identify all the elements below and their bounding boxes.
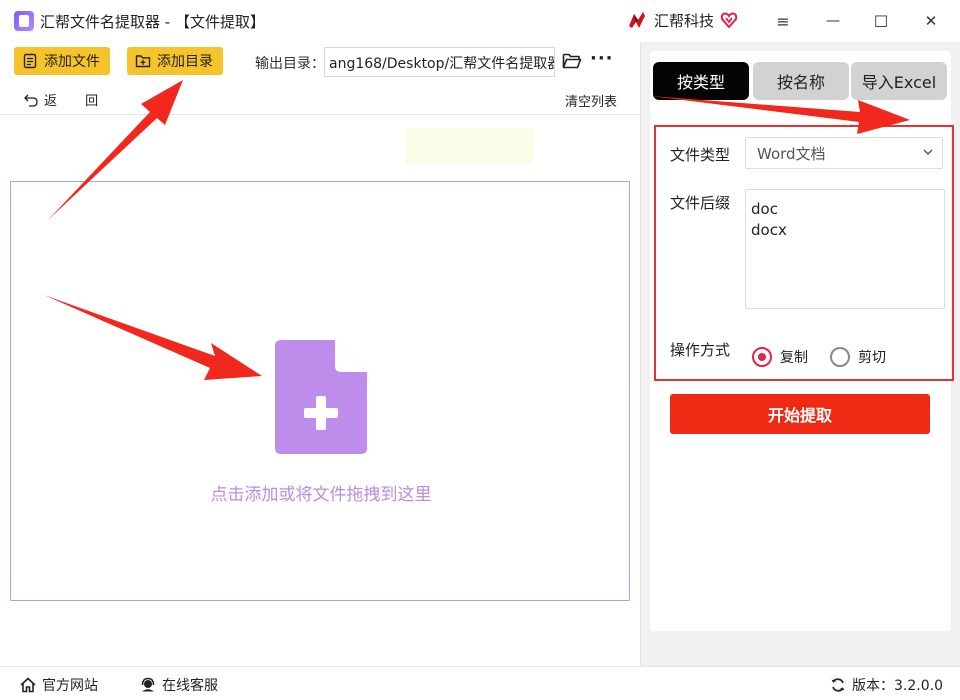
refresh-icon: [831, 678, 845, 692]
drop-hint: 点击添加或将文件拖拽到这里: [210, 485, 432, 505]
app-icon: [14, 11, 34, 31]
suffix-label: 文件后缀: [670, 194, 731, 212]
more-options-icon[interactable]: ···: [590, 48, 614, 69]
tab-import-excel[interactable]: 导入Excel: [851, 62, 947, 100]
file-type-select[interactable]: Word文档: [745, 137, 943, 169]
radio-copy-label: 复制: [780, 350, 808, 366]
suffix-textarea[interactable]: doc docx: [745, 189, 945, 309]
start-extract-button[interactable]: 开始提取: [670, 394, 930, 434]
official-website-link[interactable]: 官方网站: [20, 675, 98, 695]
official-website-label: 官方网站: [42, 678, 98, 694]
add-file-icon: [23, 53, 37, 69]
add-file-label: 添加文件: [44, 54, 100, 70]
radio-cut-label: 剪切: [858, 350, 886, 366]
window-title: 汇帮文件名提取器 - 【文件提取】: [40, 13, 265, 31]
file-drop-zone[interactable]: 点击添加或将文件拖拽到这里: [10, 181, 630, 601]
radio-cut-indicator: [830, 347, 850, 367]
radio-cut[interactable]: 剪切: [830, 347, 886, 367]
add-folder-button[interactable]: 添加目录: [127, 47, 223, 75]
menu-icon[interactable]: ≡: [770, 8, 796, 34]
operation-label: 操作方式: [670, 341, 731, 359]
tab-by-name[interactable]: 按名称: [753, 62, 849, 100]
status-bar: 官方网站 在线客服 版本：3.2.0.0: [0, 666, 960, 700]
back-arrow-icon: [24, 94, 38, 107]
chevron-down-icon: [923, 149, 933, 155]
suffix-line: docx: [751, 221, 787, 239]
close-button[interactable]: ✕: [918, 8, 944, 34]
home-icon: [20, 677, 36, 693]
add-folder-label: 添加目录: [157, 54, 213, 70]
output-dir-label: 输出目录：: [255, 56, 325, 72]
title-bar: 汇帮文件名提取器 - 【文件提取】 汇帮科技 ≡ — ☐ ✕: [0, 0, 960, 42]
file-type-label: 文件类型: [670, 146, 731, 164]
maximize-button[interactable]: ☐: [868, 8, 894, 34]
headset-icon: [141, 677, 155, 692]
back-label: 返 回: [44, 94, 111, 109]
brand[interactable]: 汇帮科技: [626, 9, 738, 31]
output-dir-field[interactable]: ang168/Desktop/汇帮文件名提取器: [324, 47, 555, 77]
brand-name: 汇帮科技: [654, 11, 715, 30]
radio-copy[interactable]: 复制: [752, 347, 808, 367]
back-button[interactable]: 返 回: [24, 90, 110, 109]
file-type-value: Word文档: [757, 144, 826, 163]
tooltip-ghost: [405, 128, 533, 164]
browse-folder-icon[interactable]: [562, 52, 582, 70]
add-file-button[interactable]: 添加文件: [14, 47, 110, 75]
file-list-pane: 添加文件 添加目录 输出目录： ang168/Desktop/汇帮文件名提取器 …: [0, 42, 640, 666]
version-label: 版本：3.2.0.0: [852, 678, 943, 694]
brand-logo-icon: [629, 12, 645, 28]
minimize-button[interactable]: —: [820, 8, 846, 34]
settings-card: 按类型 按名称 导入Excel 文件类型 Word文档 文件后缀 doc doc…: [650, 51, 954, 631]
clear-list-button[interactable]: 清空列表: [565, 91, 617, 110]
tab-by-type[interactable]: 按类型: [653, 62, 749, 100]
online-support-link[interactable]: 在线客服: [140, 675, 218, 695]
suffix-line: doc: [751, 200, 778, 218]
add-folder-icon: [135, 55, 151, 68]
radio-copy-indicator: [752, 347, 772, 367]
vip-heart-icon: [720, 12, 738, 29]
toolbar-divider: [0, 114, 640, 115]
online-support-label: 在线客服: [162, 678, 218, 694]
add-document-icon: [275, 340, 367, 454]
version-info: 版本：3.2.0.0: [830, 675, 943, 695]
settings-pane: 按类型 按名称 导入Excel 文件类型 Word文档 文件后缀 doc doc…: [641, 42, 960, 666]
